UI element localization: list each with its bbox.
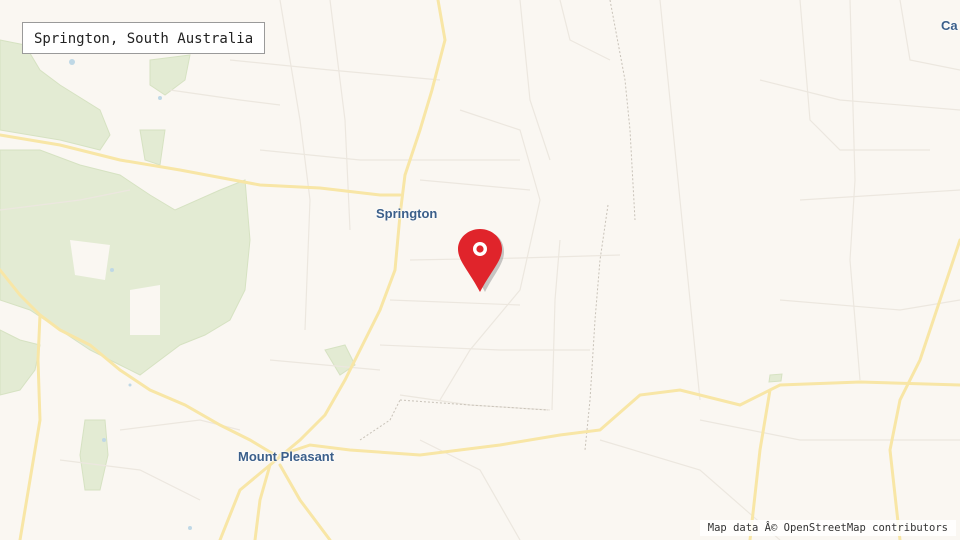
map-pin-center [476,245,484,253]
place-label-edge[interactable]: Ca [941,18,958,33]
place-label-mount-pleasant[interactable]: Mount Pleasant [238,449,334,464]
dotted-tracks [359,0,636,451]
location-title: Springton, South Australia [22,22,266,54]
place-label-springton[interactable]: Springton [376,206,437,221]
map-pin-icon[interactable] [458,228,508,296]
map-attribution[interactable]: Map data Â© OpenStreetMap contributors [699,520,956,536]
vegetation-areas [0,39,783,491]
map-pin-body [458,229,502,292]
map-canvas[interactable]: Springton, South Australia Springton Mou… [0,0,960,540]
